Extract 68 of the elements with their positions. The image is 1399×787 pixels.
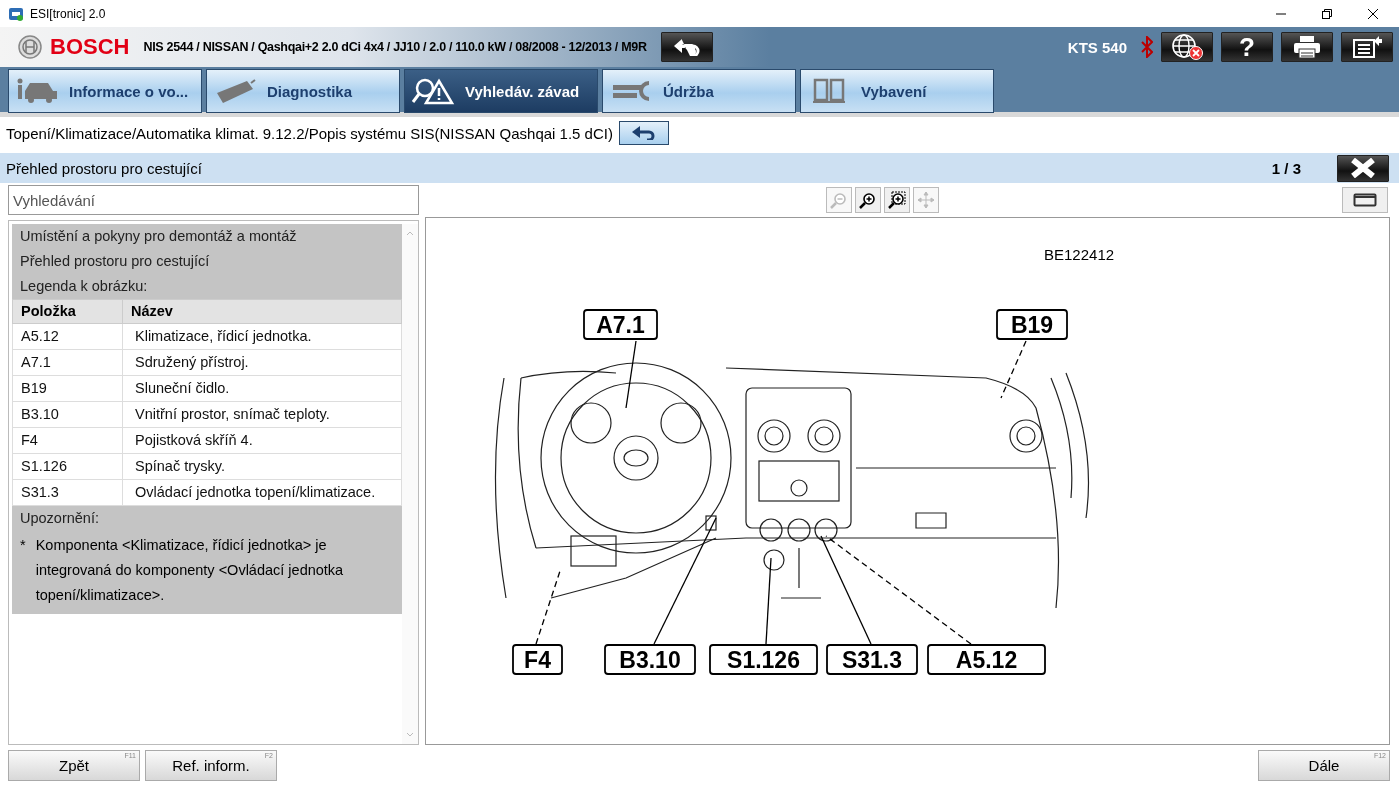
zoom-area-button[interactable] bbox=[883, 187, 910, 213]
leader-line bbox=[1000, 340, 1027, 399]
table-cell: Pojistková skříň 4. bbox=[122, 427, 402, 454]
callout-label: B19 bbox=[996, 309, 1068, 340]
callout-label: F4 bbox=[512, 644, 563, 675]
nav-tab[interactable]: Vybavení bbox=[800, 69, 994, 113]
table-cell: Ovládací jednotka topení/klimatizace. bbox=[122, 479, 402, 506]
window-title: ESI[tronic] 2.0 bbox=[30, 6, 107, 21]
close-icon bbox=[1348, 158, 1378, 178]
print-button[interactable] bbox=[1281, 32, 1333, 62]
page-counter: 1 / 3 bbox=[1271, 159, 1301, 177]
document-heading: Přehled prostoru pro cestující bbox=[12, 249, 402, 274]
table-cell: Vnitřní prostor, snímač teploty. bbox=[122, 401, 402, 428]
app-icon bbox=[8, 5, 24, 22]
callout-label: S31.3 bbox=[826, 644, 918, 675]
table-cell: Klimatizace, řídicí jednotka. bbox=[122, 323, 402, 350]
zoom-in-button[interactable] bbox=[854, 187, 881, 213]
help-button[interactable]: ? bbox=[1221, 32, 1273, 62]
leader-line bbox=[625, 340, 637, 409]
table-cell: A5.12 bbox=[12, 323, 123, 350]
table-cell: B19 bbox=[12, 375, 123, 402]
document-heading: Umístění a pokyny pro demontáž a montáž bbox=[12, 224, 402, 249]
device-name: KTS 540 bbox=[1067, 38, 1127, 56]
callout-label: B3.10 bbox=[604, 644, 696, 675]
fullscreen-button[interactable] bbox=[1342, 187, 1388, 213]
export-list-button[interactable] bbox=[1341, 32, 1393, 62]
close-button[interactable] bbox=[1337, 154, 1389, 182]
document-heading: Legenda k obrázku: bbox=[12, 274, 402, 299]
nav-tab[interactable]: Diagnostika bbox=[206, 69, 400, 113]
breadcrumb-path: Topení/Klimatizace/Automatika klimat. 9.12.2/Popis systému SIS(NISSAN Qashqai 1.5 dCI) bbox=[6, 124, 613, 142]
note-text: Komponenta <Klimatizace, řídicí jednotka> je integrovaná do komponenty <Ovládací jednotka topení/klimatizace>. bbox=[35, 536, 345, 605]
column-header: Položka bbox=[12, 299, 123, 324]
brand-name: BOSCH bbox=[50, 34, 130, 60]
globe-error-icon bbox=[1169, 33, 1205, 61]
search-field[interactable]: Vyhledávání bbox=[8, 185, 419, 215]
bluetooth-icon bbox=[1141, 36, 1153, 58]
column-header: Název bbox=[122, 299, 402, 324]
magnifier-warning-icon bbox=[411, 77, 455, 105]
callout-label: A7.1 bbox=[583, 309, 658, 340]
back-button[interactable] bbox=[660, 32, 713, 62]
table-cell: Spínač trysky. bbox=[122, 453, 402, 480]
window-icon bbox=[1353, 193, 1377, 207]
nav-tab[interactable]: Vyhledáv. závad bbox=[404, 69, 598, 113]
table-cell: S31.3 bbox=[12, 479, 123, 506]
table-cell: F4 bbox=[12, 427, 123, 454]
callout-label: S1.126 bbox=[709, 644, 818, 675]
callout-label: A5.12 bbox=[927, 644, 1046, 675]
bosch-logo-icon bbox=[18, 35, 42, 59]
table-cell: Sluneční čidlo. bbox=[122, 375, 402, 402]
table-cell: Sdružený přístroj. bbox=[122, 349, 402, 376]
table-cell: A7.1 bbox=[12, 349, 123, 376]
nav-tab[interactable]: Informace o vo... bbox=[8, 69, 202, 113]
car-info-icon bbox=[15, 77, 59, 105]
back-arrow-icon bbox=[630, 126, 657, 140]
vehicle-info: NIS 2544 / NISSAN / Qashqai+2 2.0 dCi 4x4 / JJ10 / 2.0 / 110.0 kW / 08/2008 - 12/2013 / M9R bbox=[143, 40, 647, 54]
list-arrow-icon bbox=[1352, 35, 1382, 59]
nav-tab[interactable]: Údržba bbox=[602, 69, 796, 113]
table-cell: B3.10 bbox=[12, 401, 123, 428]
printer-icon bbox=[1292, 35, 1322, 59]
note-bullet: * bbox=[20, 536, 26, 555]
figure-code: BE122412 bbox=[1044, 246, 1115, 263]
section-title: Přehled prostoru pro cestující bbox=[6, 159, 203, 177]
breadcrumb-back-button[interactable] bbox=[618, 121, 669, 145]
note-title: Upozornění: bbox=[12, 506, 402, 531]
close-icon[interactable] bbox=[1367, 7, 1379, 20]
network-button[interactable] bbox=[1161, 32, 1213, 62]
table-cell: S1.126 bbox=[12, 453, 123, 480]
restore-icon[interactable] bbox=[1321, 7, 1333, 20]
